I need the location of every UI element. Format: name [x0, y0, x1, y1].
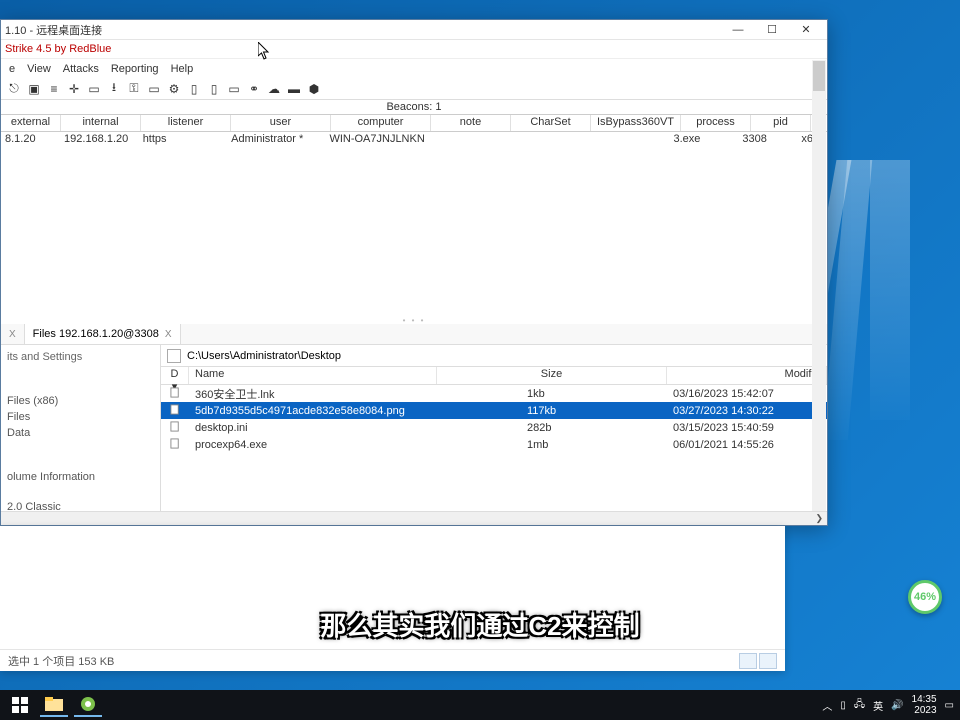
menu-attacks[interactable]: Attacks	[63, 63, 99, 75]
file-row[interactable]: desktop.ini 282b 03/15/2023 15:40:59	[161, 419, 827, 436]
doc-icon[interactable]: ▯	[187, 82, 201, 96]
col-user[interactable]: user	[231, 115, 331, 131]
file-icon	[170, 438, 181, 449]
maximize-button[interactable]: ☐	[755, 21, 789, 39]
explorer-status-text: 选中 1 个项目 153 KB	[8, 653, 114, 669]
file-pane: C:\Users\Administrator\Desktop D ▾ Name …	[161, 345, 827, 511]
menu-view[interactable]: View	[27, 63, 51, 75]
col-external[interactable]: external	[1, 115, 61, 131]
menu-help[interactable]: Help	[171, 63, 194, 75]
explorer-status-bar: 选中 1 个项目 153 KB	[0, 649, 785, 671]
tray-icon[interactable]: ▯	[840, 700, 846, 711]
file-list-header[interactable]: D ▾ Name Size Modifie	[161, 367, 827, 385]
browser-icon[interactable]: ▭	[147, 82, 161, 96]
col-internal[interactable]: internal	[61, 115, 141, 131]
taskbar-explorer[interactable]	[40, 693, 68, 717]
tree-item[interactable]: Files (x86)	[1, 393, 160, 409]
menu-bar: e View Attacks Reporting Help	[1, 59, 827, 78]
lower-tab-bar: X Files 192.168.1.20@3308 X	[1, 324, 827, 345]
explorer-window[interactable]: 选中 1 个项目 153 KB	[0, 526, 785, 671]
target-icon[interactable]: ✛	[67, 82, 81, 96]
percent-badge[interactable]: 46%	[908, 580, 942, 614]
col-pid[interactable]: pid	[751, 115, 811, 131]
menu-reporting[interactable]: Reporting	[111, 63, 159, 75]
beacon-row[interactable]: 8.1.20 192.168.1.20 https Administrator …	[1, 132, 827, 150]
col-listener[interactable]: listener	[141, 115, 231, 131]
v-scrollbar[interactable]	[812, 60, 826, 511]
tree-item[interactable]: Data	[1, 425, 160, 441]
splitter[interactable]: • • •	[1, 316, 827, 324]
rdp-title-bar[interactable]: 1.10 - 远程桌面连接 — ☐ ✕	[1, 20, 827, 40]
up-folder-icon[interactable]	[167, 349, 181, 363]
folder-tree[interactable]: its and Settings Files (x86) Files Data …	[1, 345, 161, 511]
col-d[interactable]: D ▾	[161, 367, 189, 384]
col-process[interactable]: process	[681, 115, 751, 131]
clipboard-icon[interactable]: ▯	[207, 82, 221, 96]
tab-1-close[interactable]: X	[9, 329, 16, 340]
download-icon[interactable]: ⭳	[107, 82, 121, 96]
file-icon	[170, 421, 181, 432]
tray-chevron-icon[interactable]: ︿	[822, 698, 832, 713]
list-icon[interactable]: ≡	[47, 82, 61, 96]
menu-e[interactable]: e	[9, 63, 15, 75]
tray-volume-icon[interactable]: 🔊	[891, 700, 903, 711]
tray-network-icon[interactable]: 🖧	[854, 697, 865, 714]
beacon-grid-header[interactable]: external internal listener user computer…	[1, 114, 827, 132]
file-icon	[170, 387, 181, 398]
file-icon	[170, 404, 181, 415]
tree-item[interactable]: olume Information	[1, 469, 160, 485]
path-text[interactable]: C:\Users\Administrator\Desktop	[187, 350, 821, 362]
ime-indicator[interactable]: 英	[873, 698, 883, 713]
taskbar[interactable]: ︿ ▯ 🖧 英 🔊 14:35 2023 ▭	[0, 690, 960, 720]
tab-files-label: Files 192.168.1.20@3308	[33, 328, 159, 340]
main-window: 1.10 - 远程桌面连接 — ☐ ✕ Strike 4.5 by RedBlu…	[0, 19, 828, 526]
tab-1[interactable]: X	[1, 324, 25, 344]
tree-item[interactable]: 2.0 Classic	[1, 499, 160, 511]
col-modified[interactable]: Modifie	[667, 367, 827, 384]
grid-icon[interactable]: ▣	[27, 82, 41, 96]
col-bypass[interactable]: IsBypass360VT	[591, 115, 681, 131]
tree-item[interactable]: Files	[1, 409, 160, 425]
col-note[interactable]: note	[431, 115, 511, 131]
minimize-button[interactable]: —	[721, 21, 755, 39]
link-icon[interactable]: ⚭	[247, 82, 261, 96]
h-scrollbar[interactable]: ❯	[1, 511, 827, 525]
col-charset[interactable]: CharSet	[511, 115, 591, 131]
file-row[interactable]: 360安全卫士.lnk 1kb 03/16/2023 15:42:07	[161, 385, 827, 402]
view-large-icon[interactable]	[759, 653, 777, 669]
taskbar-app[interactable]	[74, 693, 102, 717]
app-title: Strike 4.5 by RedBlue	[1, 40, 827, 59]
screen-icon[interactable]: ▬	[287, 82, 301, 96]
cloud-icon[interactable]: ☁	[267, 82, 281, 96]
video-caption: 那么其实我们通过C2来控制	[320, 606, 639, 643]
gear-icon[interactable]: ⚙	[167, 82, 181, 96]
connect-icon[interactable]: ⎋	[7, 82, 21, 96]
tree-head: its and Settings	[1, 349, 160, 365]
cube-icon[interactable]: ⬢	[307, 82, 321, 96]
package-icon[interactable]: ▭	[87, 82, 101, 96]
file-row-selected[interactable]: 5db7d9355d5c4971acde832e58e8084.png 117k…	[161, 402, 827, 419]
cursor-icon	[258, 42, 270, 60]
start-button[interactable]	[6, 693, 34, 717]
clock[interactable]: 14:35 2023	[912, 694, 937, 716]
col-filesize[interactable]: Size	[437, 367, 667, 384]
rdp-title: 1.10 - 远程桌面连接	[5, 22, 721, 38]
tab-files-close[interactable]: X	[165, 329, 172, 340]
col-computer[interactable]: computer	[331, 115, 431, 131]
file-row[interactable]: procexp64.exe 1mb 06/01/2021 14:55:26	[161, 436, 827, 453]
beacons-label: Beacons: 1	[1, 100, 827, 114]
toolbar: ⎋ ▣ ≡ ✛ ▭ ⭳ ⚿ ▭ ⚙ ▯ ▯ ▭ ⚭ ☁ ▬ ⬢	[1, 78, 827, 100]
key-icon[interactable]: ⚿	[127, 82, 141, 96]
close-button[interactable]: ✕	[789, 21, 823, 39]
path-bar[interactable]: C:\Users\Administrator\Desktop	[161, 345, 827, 367]
tab-files[interactable]: Files 192.168.1.20@3308 X	[25, 324, 181, 344]
notification-icon[interactable]: ▭	[945, 700, 954, 711]
view-details-icon[interactable]	[739, 653, 757, 669]
col-filename[interactable]: Name	[189, 367, 437, 384]
image-icon[interactable]: ▭	[227, 82, 241, 96]
